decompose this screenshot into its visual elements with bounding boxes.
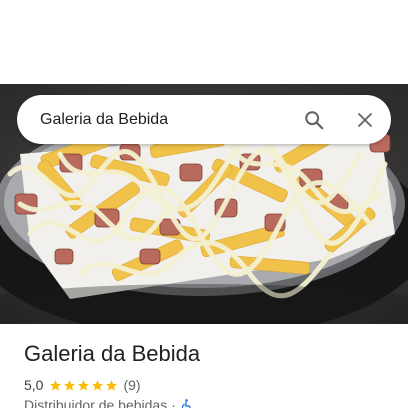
review-count[interactable]: (9)	[123, 377, 140, 393]
search-bar[interactable]: Galeria da Bebida	[17, 95, 391, 144]
star-icon	[78, 379, 90, 391]
place-title: Galeria da Bebida	[24, 341, 201, 366]
search-icon	[305, 111, 324, 130]
search-button[interactable]	[297, 103, 331, 137]
separator-dot: ·	[171, 397, 176, 408]
rating-row[interactable]: 5,0 (9)	[24, 376, 141, 394]
place-category: Distribuidor de bebidas	[24, 397, 168, 408]
close-button[interactable]	[348, 103, 382, 137]
category-row: Distribuidor de bebidas ·	[24, 397, 193, 408]
star-icon	[50, 379, 62, 391]
search-query[interactable]: Galeria da Bebida	[40, 95, 168, 144]
close-icon	[358, 113, 372, 127]
star-icon	[106, 379, 118, 391]
place-info: Galeria da Bebida 5,0 (9) Distribuidor d…	[0, 324, 408, 408]
rating-value: 5,0	[24, 377, 44, 393]
maps-place-screen: Galeria da Bebida Galeria da Bebida 5,0	[0, 0, 408, 408]
top-blank-area	[0, 0, 408, 84]
star-icon	[92, 379, 104, 391]
star-icon	[64, 379, 76, 391]
star-rating	[49, 379, 119, 392]
wheelchair-icon	[181, 399, 191, 408]
